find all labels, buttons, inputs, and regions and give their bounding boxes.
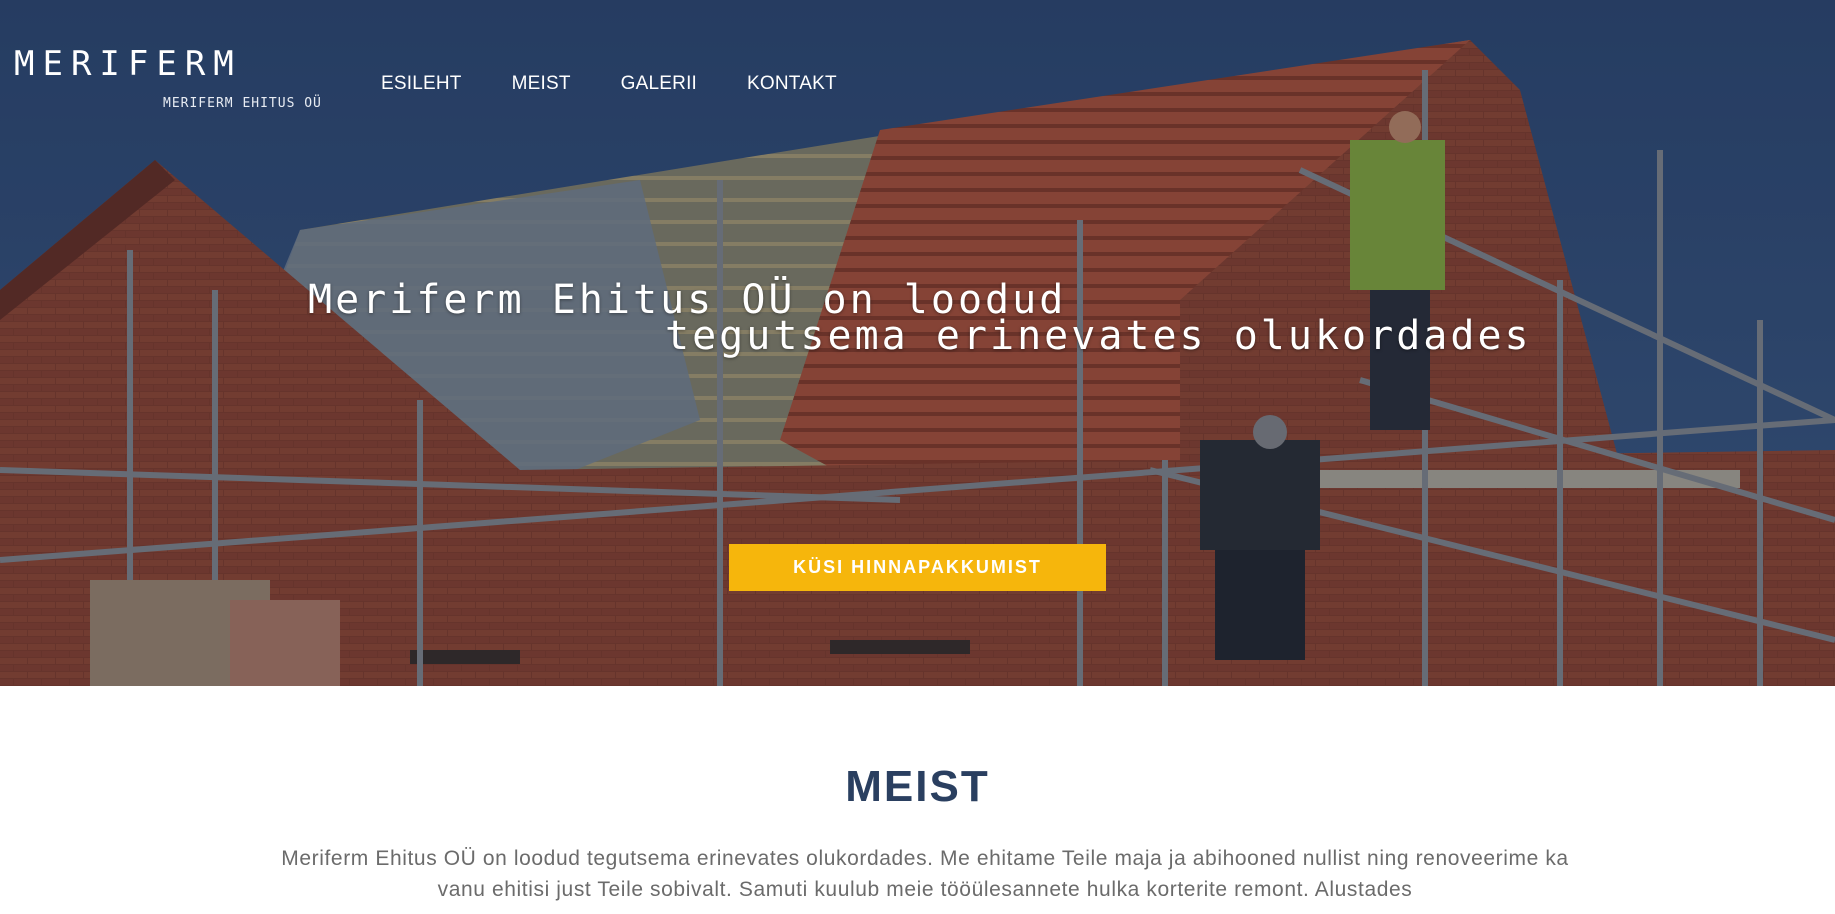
nav-item-galerii[interactable]: GALERII (621, 73, 697, 95)
hero-section: MERIFERM MERIFERM EHITUS OÜ ESILEHT MEIS… (0, 0, 1835, 686)
hero-tagline-line2: tegutsema erinevates olukordades (665, 313, 1532, 359)
request-quote-button[interactable]: KÜSI HINNAPAKKUMIST (729, 544, 1106, 591)
hero-tagline: Meriferm Ehitus OÜ on loodud tegutsema e… (308, 280, 1532, 359)
nav-item-meist[interactable]: MEIST (512, 73, 571, 95)
brand-subtitle: MERIFERM EHITUS OÜ (163, 96, 322, 111)
about-section-text: Meriferm Ehitus OÜ on loodud tegutsema e… (281, 847, 1569, 901)
main-nav: ESILEHT MEIST GALERII KONTAKT (381, 73, 887, 95)
brand-name: MERIFERM (14, 44, 242, 84)
nav-item-esileht[interactable]: ESILEHT (381, 73, 462, 95)
about-section-title: MEIST (845, 762, 990, 811)
site-logo[interactable]: MERIFERM MERIFERM EHITUS OÜ (14, 44, 321, 111)
nav-item-kontakt[interactable]: KONTAKT (747, 73, 837, 95)
